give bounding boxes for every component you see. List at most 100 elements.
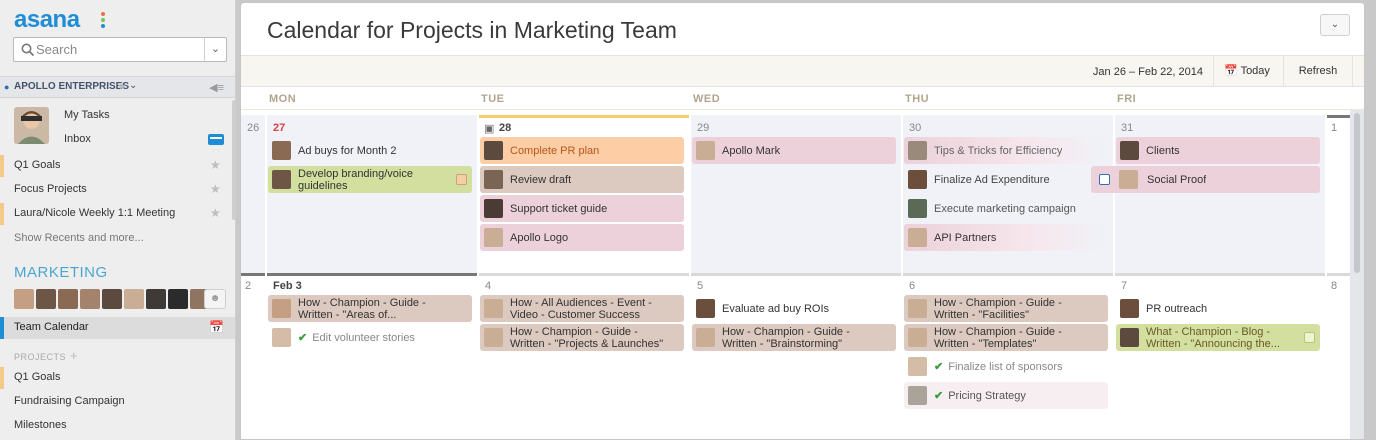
organization-switcher[interactable]: ● APOLLO ENTERPRISES ★ ⌄ ◀≡ <box>0 76 235 98</box>
star-icon[interactable]: ★ <box>210 182 221 196</box>
asana-logo[interactable]: asana <box>14 6 80 34</box>
assignee-avatar <box>696 141 715 160</box>
task-checkbox[interactable] <box>456 174 467 185</box>
day-number: 26 <box>247 122 260 134</box>
task-card[interactable]: Execute marketing campaign <box>904 195 1108 222</box>
task-card[interactable]: Apollo Mark <box>692 137 896 164</box>
user-avatar[interactable] <box>14 107 49 144</box>
task-title: API Partners <box>934 231 997 244</box>
task-card[interactable]: Develop branding/voice guidelines <box>268 166 472 193</box>
sidebar-scrollbar[interactable] <box>232 100 235 220</box>
task-checkbox[interactable] <box>1304 332 1315 343</box>
member-avatar[interactable] <box>58 289 78 309</box>
my-tasks-link[interactable]: My Tasks <box>64 109 110 121</box>
task-title: Apollo Logo <box>510 231 569 244</box>
team-calendar-item[interactable]: Team Calendar 📅 <box>0 317 235 339</box>
member-avatar[interactable] <box>80 289 100 309</box>
task-card[interactable]: Complete PR plan <box>480 137 684 164</box>
checkmark-icon[interactable]: ✔ <box>298 332 307 344</box>
org-star-icon[interactable]: ★ <box>117 80 127 93</box>
task-card[interactable]: Finalize Ad Expenditure <box>904 166 1108 193</box>
org-chevron-down-icon[interactable]: ⌄ <box>129 80 137 91</box>
member-avatar[interactable] <box>102 289 122 309</box>
member-avatar[interactable] <box>124 289 144 309</box>
task-card[interactable]: How - Champion - Guide - Written - "Brai… <box>692 324 896 351</box>
project-item-q1-goals[interactable]: Q1 Goals <box>0 367 235 389</box>
task-title: How - Champion - Guide - Written - "Faci… <box>934 296 1062 321</box>
org-name: APOLLO ENTERPRISES <box>14 81 130 92</box>
member-avatar[interactable] <box>168 289 188 309</box>
assignee-avatar <box>1119 170 1138 189</box>
logo-dots-icon <box>101 12 105 30</box>
search-dropdown-chevron-icon[interactable]: ⌄ <box>204 38 226 61</box>
task-card[interactable]: Review draft <box>480 166 684 193</box>
task-title: What - Champion - Blog - Written - "Anno… <box>1146 325 1280 350</box>
task-checkbox[interactable] <box>1099 174 1110 185</box>
task-card[interactable]: How - Champion - Guide - Written - "Temp… <box>904 324 1108 351</box>
search-input[interactable]: Search <box>36 42 77 57</box>
collapse-sidebar-icon[interactable]: ◀≡ <box>209 81 224 94</box>
task-card[interactable]: Social Proof <box>1091 166 1320 193</box>
assignee-avatar <box>272 170 291 189</box>
assignee-avatar <box>696 328 715 347</box>
day-cell-saturday[interactable]: 1 <box>1327 115 1351 273</box>
assignee-avatar <box>484 328 503 347</box>
task-card[interactable]: ✔ Pricing Strategy <box>904 382 1108 409</box>
task-title: Finalize list of sponsors <box>948 360 1063 373</box>
task-card[interactable]: How - All Audiences - Event - Video - Cu… <box>480 295 684 322</box>
day-number: 2 <box>245 280 252 292</box>
calendar-icon: 📅 <box>1224 65 1238 77</box>
task-card[interactable]: ✔ Finalize list of sponsors <box>904 353 1108 380</box>
day-number: Feb 3 <box>273 280 302 292</box>
project-item-milestones[interactable]: Milestones <box>0 415 235 437</box>
assignee-avatar <box>484 170 503 189</box>
checkmark-icon[interactable]: ✔ <box>934 361 943 373</box>
day-cell-saturday[interactable]: 8 <box>1327 273 1351 431</box>
favorite-item-focus-projects[interactable]: Focus Projects ★ <box>0 179 235 201</box>
day-number: 8 <box>1331 280 1338 292</box>
search-box[interactable]: Search ⌄ <box>13 37 227 62</box>
task-card[interactable]: API Partners <box>904 224 1108 251</box>
day-cell-sunday[interactable]: 26 <box>241 115 265 273</box>
refresh-button[interactable]: Refresh <box>1283 56 1353 86</box>
task-title: How - Champion - Guide - Written - "Brai… <box>722 325 850 350</box>
inbox-icon[interactable] <box>208 134 224 145</box>
member-avatar[interactable] <box>14 289 34 309</box>
project-label: Q1 Goals <box>14 371 61 383</box>
calendar-scrollbar[interactable] <box>1354 113 1360 273</box>
star-icon[interactable]: ★ <box>210 206 221 220</box>
task-card[interactable]: How - Champion - Guide - Written - "Faci… <box>904 295 1108 322</box>
show-recents-link[interactable]: Show Recents and more... <box>14 232 144 244</box>
favorite-item-q1-goals[interactable]: Q1 Goals ★ <box>0 155 235 177</box>
today-button[interactable]: 📅 Today <box>1213 56 1283 86</box>
search-icon <box>21 43 35 57</box>
options-chevron-down-icon[interactable]: ⌄ <box>1320 14 1350 36</box>
add-project-icon[interactable]: + <box>70 348 78 363</box>
star-icon[interactable]: ★ <box>210 158 221 172</box>
inbox-link[interactable]: Inbox <box>64 133 91 145</box>
day-header-fri: FRI <box>1117 93 1137 105</box>
task-card[interactable]: Tips & Tricks for Efficiency <box>904 137 1108 164</box>
task-card[interactable]: Ad buys for Month 2 <box>268 137 472 164</box>
task-card[interactable]: ✔ Edit volunteer stories <box>268 324 472 351</box>
favorite-item-weekly-meeting[interactable]: Laura/Nicole Weekly 1:1 Meeting ★ <box>0 203 235 225</box>
task-card[interactable]: PR outreach <box>1116 295 1320 322</box>
add-member-button[interactable]: ☻ <box>204 289 226 309</box>
day-number: 31 <box>1121 122 1134 134</box>
task-card[interactable]: What - Champion - Blog - Written - "Anno… <box>1116 324 1320 351</box>
project-item-fundraising-campaign[interactable]: Fundraising Campaign <box>0 391 235 413</box>
day-number: 29 <box>697 122 710 134</box>
task-card[interactable]: Evaluate ad buy ROIs <box>692 295 896 322</box>
checkmark-icon[interactable]: ✔ <box>934 390 943 402</box>
team-calendar-label: Team Calendar <box>14 321 89 333</box>
day-cell-sunday[interactable]: 2 <box>241 273 265 431</box>
task-card[interactable]: Support ticket guide <box>480 195 684 222</box>
day-number: 28 <box>499 122 512 134</box>
team-title[interactable]: MARKETING <box>14 264 108 281</box>
task-card[interactable]: Clients <box>1116 137 1320 164</box>
task-card[interactable]: How - Champion - Guide - Written - "Proj… <box>480 324 684 351</box>
task-card[interactable]: Apollo Logo <box>480 224 684 251</box>
task-card[interactable]: How - Champion - Guide - Written - "Area… <box>268 295 472 322</box>
member-avatar[interactable] <box>146 289 166 309</box>
member-avatar[interactable] <box>36 289 56 309</box>
